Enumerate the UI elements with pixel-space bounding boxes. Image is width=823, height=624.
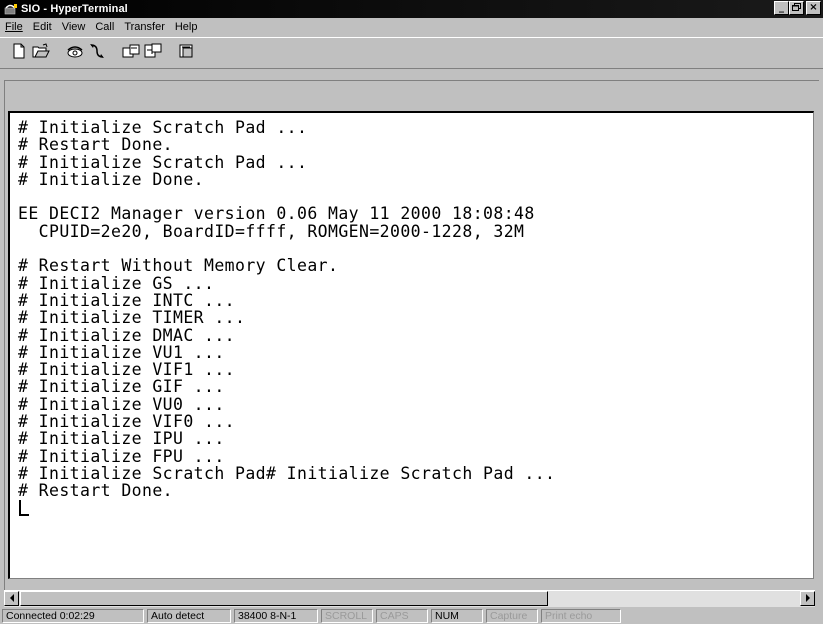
- horizontal-scrollbar[interactable]: [4, 590, 815, 607]
- window-title: SIO - HyperTerminal: [21, 3, 128, 15]
- maximize-icon: [792, 2, 801, 14]
- receive-file-icon: [144, 43, 162, 64]
- terminal-screen[interactable]: # Initialize Scratch Pad ... # Restart Do…: [8, 111, 814, 579]
- terminal-line: # Initialize TIMER ...: [18, 308, 246, 328]
- terminal-line: # Initialize VU1 ...: [18, 342, 225, 362]
- new-document-icon: [11, 43, 27, 64]
- menu-call[interactable]: Call: [90, 21, 119, 33]
- menu-help[interactable]: Help: [170, 21, 203, 33]
- terminal-line: # Restart Done.: [18, 135, 174, 155]
- menu-view-label: View: [61, 20, 86, 33]
- menu-file-label: File: [5, 20, 23, 33]
- arrow-right-icon: [805, 593, 811, 604]
- send-button[interactable]: [120, 43, 142, 63]
- scroll-left-button[interactable]: [4, 591, 19, 606]
- close-button[interactable]: ×: [806, 1, 821, 15]
- terminal-line: # Initialize IPU ...: [18, 429, 225, 449]
- menu-edit-label: Edit: [32, 20, 52, 33]
- terminal-frame: # Initialize Scratch Pad ... # Restart Do…: [4, 80, 820, 591]
- properties-icon: [178, 43, 196, 64]
- connect-phone-icon: [66, 43, 84, 64]
- status-num: NUM: [431, 609, 483, 623]
- terminal-line: # Initialize GIF ...: [18, 377, 225, 397]
- terminal-line: # Initialize Scratch Pad ...: [18, 152, 308, 172]
- open-folder-icon: [32, 42, 50, 64]
- status-capture: Capture: [486, 609, 538, 623]
- terminal-line: # Restart Without Memory Clear.: [18, 256, 339, 276]
- status-print-echo: Print echo: [541, 609, 621, 623]
- hyperterminal-window: SIO - HyperTerminal _ × File Edit View C…: [0, 0, 823, 624]
- menu-edit[interactable]: Edit: [28, 21, 57, 33]
- minimize-icon: _: [779, 2, 784, 13]
- new-document-button[interactable]: [8, 43, 30, 63]
- properties-button[interactable]: [176, 43, 198, 63]
- send-file-icon: [122, 43, 140, 64]
- terminal-line: # Initialize FPU ...: [18, 446, 225, 466]
- menu-call-label: Call: [95, 20, 115, 33]
- terminal-output: # Initialize Scratch Pad ... # Restart Do…: [18, 119, 555, 517]
- toolbar: [0, 37, 823, 69]
- terminal-cursor-line: [18, 499, 555, 517]
- menu-file[interactable]: File: [0, 21, 28, 33]
- terminal-line: # Initialize GS ...: [18, 273, 215, 293]
- open-button[interactable]: [30, 42, 52, 64]
- menu-transfer[interactable]: Transfer: [119, 21, 170, 33]
- scroll-thumb[interactable]: [20, 591, 548, 606]
- hyperterminal-phone-icon[interactable]: [4, 2, 18, 16]
- terminal-line: CPUID=2e20, BoardID=ffff, ROMGEN=2000-12…: [18, 221, 525, 241]
- arrow-left-icon: [9, 593, 15, 604]
- terminal-line: # Initialize Scratch Pad ...: [18, 118, 308, 137]
- receive-button[interactable]: [142, 43, 164, 63]
- terminal-line: # Initialize VU0 ...: [18, 394, 225, 414]
- terminal-line: # Restart Done.: [18, 481, 174, 501]
- status-detect: Auto detect: [147, 609, 231, 623]
- status-caps: CAPS: [376, 609, 428, 623]
- disconnect-button[interactable]: [86, 43, 108, 63]
- terminal-line: # Initialize DMAC ...: [18, 325, 236, 345]
- text-cursor: [19, 499, 29, 516]
- terminal-line: # Initialize INTC ...: [18, 290, 236, 310]
- terminal-line: EE DECI2 Manager version 0.06 May 11 200…: [18, 204, 535, 224]
- terminal-line: # Initialize VIF1 ...: [18, 360, 236, 380]
- status-connected: Connected 0:02:29: [2, 609, 144, 623]
- close-icon: ×: [809, 2, 818, 13]
- menu-help-label: Help: [174, 20, 198, 33]
- menu-bar: File Edit View Call Transfer Help: [0, 18, 823, 35]
- menu-view[interactable]: View: [57, 21, 91, 33]
- menu-transfer-label: Transfer: [124, 20, 165, 33]
- vertical-scrollbar[interactable]: [819, 80, 823, 590]
- terminal-line: # Initialize Done.: [18, 169, 205, 189]
- minimize-button[interactable]: _: [774, 1, 789, 15]
- status-bar: Connected 0:02:29 Auto detect 38400 8-N-…: [0, 607, 823, 624]
- maximize-button[interactable]: [789, 1, 804, 15]
- title-bar[interactable]: SIO - HyperTerminal _ ×: [0, 0, 823, 18]
- status-settings: 38400 8-N-1: [234, 609, 318, 623]
- disconnect-phone-icon: [88, 42, 106, 65]
- scroll-right-button[interactable]: [800, 591, 815, 606]
- connect-button[interactable]: [64, 43, 86, 63]
- terminal-line: # Initialize Scratch Pad# Initialize Scr…: [18, 463, 556, 483]
- status-scroll: SCROLL: [321, 609, 373, 623]
- terminal-line: # Initialize VIF0 ...: [18, 412, 236, 432]
